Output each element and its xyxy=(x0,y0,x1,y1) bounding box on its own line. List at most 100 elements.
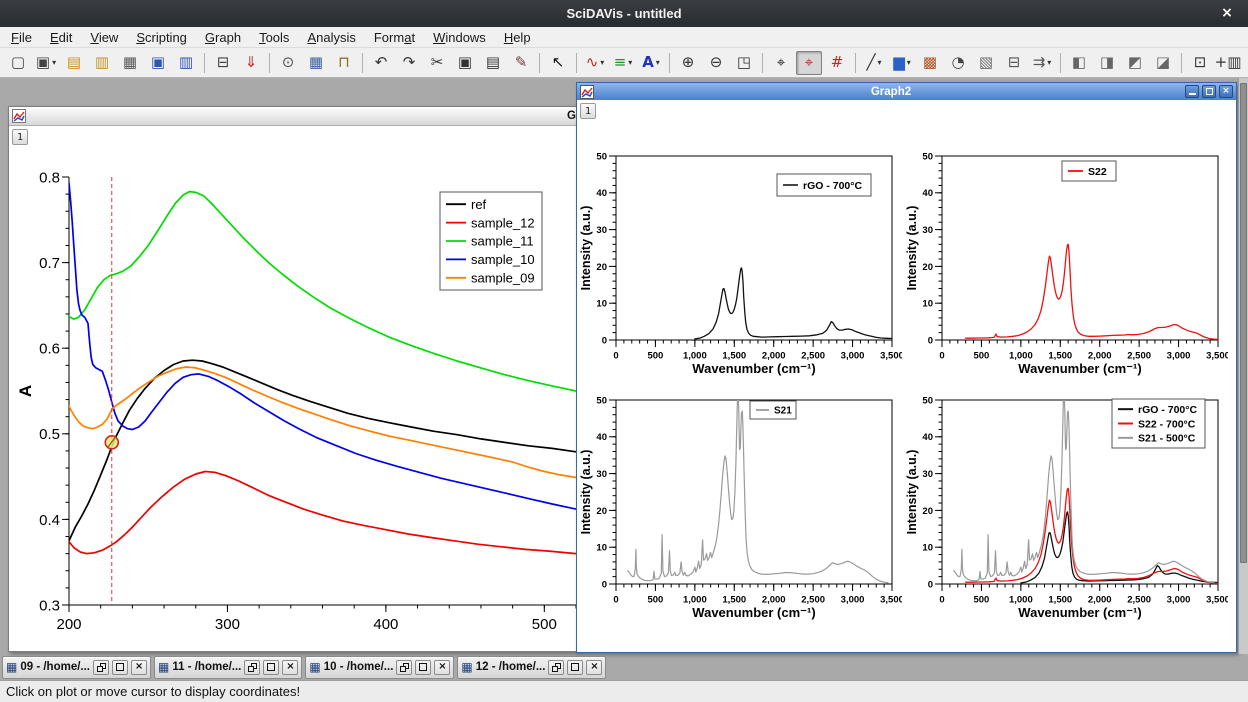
menu-edit[interactable]: Edit xyxy=(41,29,81,46)
window-tab-10[interactable]: ▦10 - /home/...× xyxy=(305,656,454,679)
print-button[interactable]: ⊟ xyxy=(210,51,236,75)
screen-reader-button[interactable]: ⌖ xyxy=(768,51,794,75)
tab-restore-button[interactable] xyxy=(93,660,109,675)
graph2-window[interactable]: Graph2 × 1 05001,0001,5002,0002,5003,000… xyxy=(576,82,1237,653)
window-tab-09[interactable]: ▦09 - /home/...× xyxy=(2,656,151,679)
raman-chart-s22[interactable]: 05001,0001,5002,0002,5003,0003,500010203… xyxy=(906,144,1228,387)
graph2-close-button[interactable]: × xyxy=(1219,85,1233,98)
plot-3d-bar-icon: ▧ xyxy=(979,55,993,70)
plot-pie-button[interactable]: ◔ xyxy=(945,51,971,75)
graph1-layer-button[interactable]: 1 xyxy=(12,129,28,145)
plot-matrix-button[interactable]: ▩ xyxy=(917,51,943,75)
x-tick-label: 3,000 xyxy=(1167,351,1191,362)
graph1-window[interactable]: Graph1 1 2003004005000.30.40.50.60.70.8A… xyxy=(8,106,578,652)
workspace-scrollbar[interactable] xyxy=(1238,78,1248,654)
screen-capture-button[interactable]: ⊡ xyxy=(1187,51,1213,75)
new-aspect-button[interactable]: ▣▾ xyxy=(33,51,59,75)
lock-button[interactable]: ⊓ xyxy=(331,51,357,75)
graph1-titlebar[interactable]: Graph1 xyxy=(9,107,577,126)
menu-analysis[interactable]: Analysis xyxy=(298,29,364,46)
y-tick-label: 0.5 xyxy=(39,426,60,443)
tab-close-button[interactable]: × xyxy=(434,660,450,675)
y-axis-label: Intensity (a.u.) xyxy=(906,450,919,535)
menu-view[interactable]: View xyxy=(81,29,127,46)
copy-button[interactable]: ▣ xyxy=(452,51,478,75)
toolbar-overflow-button[interactable]: » xyxy=(1242,55,1248,70)
paste-icon: ▤ xyxy=(486,55,500,70)
zoom-in-button[interactable]: ⊕ xyxy=(675,51,701,75)
tab-close-button[interactable]: × xyxy=(586,660,602,675)
plot-box-button[interactable]: ⊟ xyxy=(1001,51,1027,75)
paste-button[interactable]: ▤ xyxy=(480,51,506,75)
add-text-button[interactable]: A▾ xyxy=(638,51,664,75)
rescale-button[interactable]: ◳ xyxy=(731,51,757,75)
y-tick-label: 20 xyxy=(922,506,933,517)
scrollbar-thumb[interactable] xyxy=(1240,83,1247,563)
app-close-icon[interactable]: × xyxy=(1218,4,1236,22)
x-tick-label: 500 xyxy=(973,351,989,362)
graph2-titlebar[interactable]: Graph2 × xyxy=(577,83,1236,100)
plot-3d-scatter-button[interactable]: ◩ xyxy=(1122,51,1148,75)
export-pdf-button[interactable]: ⇓ xyxy=(238,51,264,75)
graph2-minimize-button[interactable] xyxy=(1185,85,1199,98)
redo-button[interactable]: ↷ xyxy=(396,51,422,75)
plot-column-button[interactable]: ▆▾ xyxy=(889,51,915,75)
raman-chart-combined[interactable]: 05001,0001,5002,0002,5003,0003,500010203… xyxy=(906,388,1228,631)
data-reader-button[interactable]: ⌖ xyxy=(796,51,822,75)
open-project-button[interactable]: ▤ xyxy=(61,51,87,75)
window-tab-11[interactable]: ▦11 - /home/...× xyxy=(154,656,302,679)
plot-vector-button[interactable]: ⇉▾ xyxy=(1029,51,1055,75)
tab-restore-button[interactable] xyxy=(244,660,260,675)
x-axis-label: Wavenumber (cm⁻¹) xyxy=(1018,361,1141,376)
tab-maximize-button[interactable] xyxy=(263,660,279,675)
import-ascii-button[interactable]: ▦ xyxy=(117,51,143,75)
plot-3d-surface-button[interactable]: ◧ xyxy=(1066,51,1092,75)
open-template-button[interactable]: ▥ xyxy=(89,51,115,75)
tab-restore-button[interactable] xyxy=(396,660,412,675)
project-explorer-button[interactable]: ⊙ xyxy=(275,51,301,75)
plot-3d-wireframe-button[interactable]: ◨ xyxy=(1094,51,1120,75)
app-titlebar[interactable]: SciDAVis - untitled × xyxy=(0,0,1248,27)
new-project-button[interactable]: ▢ xyxy=(5,51,31,75)
add-column-button[interactable]: +▥ xyxy=(1215,51,1241,75)
cut-button[interactable]: ✂ xyxy=(424,51,450,75)
window-tab-12[interactable]: ▦12 - /home/...× xyxy=(457,656,606,679)
raman-chart-rgo[interactable]: 05001,0001,5002,0002,5003,0003,500010203… xyxy=(580,144,902,387)
menu-file[interactable]: File xyxy=(2,29,41,46)
y-axis-label: A xyxy=(16,385,35,397)
tab-restore-button[interactable] xyxy=(548,660,564,675)
new-table-button[interactable]: ▦ xyxy=(303,51,329,75)
save-project-button[interactable]: ▣ xyxy=(145,51,171,75)
graph2-maximize-button[interactable] xyxy=(1202,85,1216,98)
tab-maximize-button[interactable] xyxy=(415,660,431,675)
select-range-button[interactable]: # xyxy=(824,51,850,75)
x-axis-label: Wavenumber (cm⁻¹) xyxy=(692,361,815,376)
edit-button[interactable]: ✎ xyxy=(508,51,534,75)
draw-arrow-button[interactable]: ╱▾ xyxy=(861,51,887,75)
menu-graph[interactable]: Graph xyxy=(196,29,250,46)
tab-close-button[interactable]: × xyxy=(131,660,147,675)
series-S22 xyxy=(966,488,1218,583)
menu-help[interactable]: Help xyxy=(495,29,540,46)
plot-special-button[interactable]: ≡▾ xyxy=(610,51,636,75)
plot-3d-bar-button[interactable]: ▧ xyxy=(973,51,999,75)
menu-scripting[interactable]: Scripting xyxy=(127,29,196,46)
dropdown-arrow-icon: ▾ xyxy=(52,59,56,67)
tab-maximize-button[interactable] xyxy=(567,660,583,675)
plot-3d-ribbon-button[interactable]: ◪ xyxy=(1150,51,1176,75)
plot-line-button[interactable]: ∿▾ xyxy=(582,51,608,75)
tab-maximize-button[interactable] xyxy=(112,660,128,675)
tab-close-button[interactable]: × xyxy=(282,660,298,675)
absorbance-chart[interactable]: 2003004005000.30.40.50.60.70.8Arefsample… xyxy=(9,126,579,658)
undo-button[interactable]: ↶ xyxy=(368,51,394,75)
menu-tools[interactable]: Tools xyxy=(250,29,298,46)
save-template-button[interactable]: ▥ xyxy=(173,51,199,75)
toolbar-separator xyxy=(855,53,856,73)
pointer-button[interactable]: ↖ xyxy=(545,51,571,75)
raman-chart-rgo-svg: 05001,0001,5002,0002,5003,0003,500010203… xyxy=(580,144,902,382)
raman-chart-s21[interactable]: 05001,0001,5002,0002,5003,0003,500010203… xyxy=(580,388,902,631)
menu-windows[interactable]: Windows xyxy=(424,29,495,46)
zoom-out-button[interactable]: ⊖ xyxy=(703,51,729,75)
graph2-layer-button[interactable]: 1 xyxy=(580,103,596,119)
menu-format[interactable]: Format xyxy=(365,29,424,46)
